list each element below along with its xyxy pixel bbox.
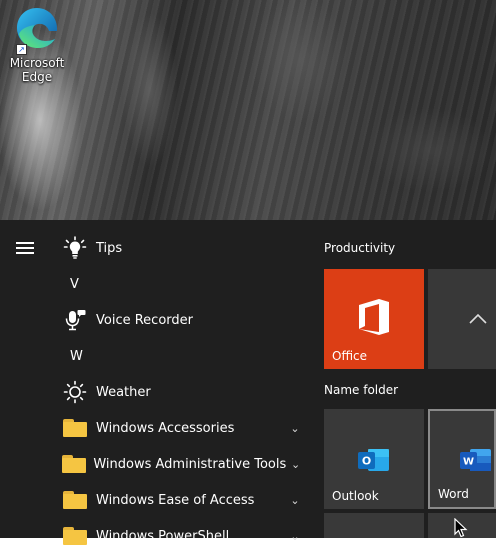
letter-header-w[interactable]: W xyxy=(54,338,309,374)
tile-partial[interactable] xyxy=(324,513,424,538)
chevron-down-icon[interactable]: ⌄ xyxy=(285,494,305,507)
tile-label: Office xyxy=(332,349,368,363)
app-item-label: Voice Recorder xyxy=(96,312,193,328)
folder-item-windows-administrative-tools[interactable]: Windows Administrative Tools ⌄ xyxy=(54,446,309,482)
tile-label: Word xyxy=(438,487,469,501)
chevron-up-icon xyxy=(469,313,487,324)
svg-text:O: O xyxy=(362,455,371,468)
tile-group-title-productivity[interactable]: Productivity xyxy=(324,241,395,255)
folder-item-label: Windows Accessories xyxy=(96,420,235,436)
app-item-tips[interactable]: Tips xyxy=(54,230,309,266)
desktop-icon-microsoft-edge[interactable]: ↗ Microsoft Edge xyxy=(4,4,70,84)
app-item-voice-recorder[interactable]: Voice Recorder xyxy=(54,302,309,338)
app-item-weather[interactable]: Weather xyxy=(54,374,309,410)
folder-icon xyxy=(61,455,86,473)
letter-header-v[interactable]: V xyxy=(54,266,309,302)
microphone-icon xyxy=(65,310,86,331)
chevron-down-icon[interactable]: ⌄ xyxy=(285,422,305,435)
app-list: Tips V Voice Recorder W Weather Windows … xyxy=(54,230,309,554)
folder-item-windows-ease-of-access[interactable]: Windows Ease of Access ⌄ xyxy=(54,482,309,518)
chevron-down-icon[interactable]: ⌄ xyxy=(285,530,305,543)
chevron-down-icon[interactable]: ⌄ xyxy=(286,458,305,471)
folder-item-windows-accessories[interactable]: Windows Accessories ⌄ xyxy=(54,410,309,446)
folder-icon xyxy=(63,491,87,509)
tile-office[interactable]: Office xyxy=(324,269,424,369)
tile-word[interactable]: W Word xyxy=(428,409,496,509)
desktop-icon-label: Microsoft Edge xyxy=(9,56,65,84)
folder-item-label: Windows PowerShell xyxy=(96,528,230,544)
tile-outlook[interactable]: O Outlook xyxy=(324,409,424,509)
desktop-wallpaper: ↗ Microsoft Edge xyxy=(0,0,496,220)
svg-text:W: W xyxy=(463,457,474,468)
folder-icon xyxy=(63,419,87,437)
sun-icon xyxy=(63,380,87,404)
outlook-icon: O xyxy=(358,449,389,471)
tile-group-title-name-folder[interactable]: Name folder xyxy=(324,383,398,397)
office-icon xyxy=(359,299,389,335)
folder-icon xyxy=(63,527,87,545)
folder-item-label: Windows Administrative Tools xyxy=(93,456,287,472)
folder-item-label: Windows Ease of Access xyxy=(96,492,255,508)
hamburger-icon[interactable] xyxy=(16,242,34,256)
shortcut-arrow-icon: ↗ xyxy=(16,44,27,55)
tile-label: Outlook xyxy=(332,489,379,503)
lightbulb-icon xyxy=(63,236,87,259)
app-item-label: Tips xyxy=(96,240,123,256)
folder-item-windows-powershell[interactable]: Windows PowerShell ⌄ xyxy=(54,518,309,554)
mouse-cursor-icon xyxy=(454,518,468,538)
tile-collapse-group[interactable] xyxy=(428,269,496,369)
word-icon: W xyxy=(460,449,491,471)
start-menu: Tips V Voice Recorder W Weather Windows … xyxy=(0,220,496,545)
app-item-label: Weather xyxy=(96,384,151,400)
